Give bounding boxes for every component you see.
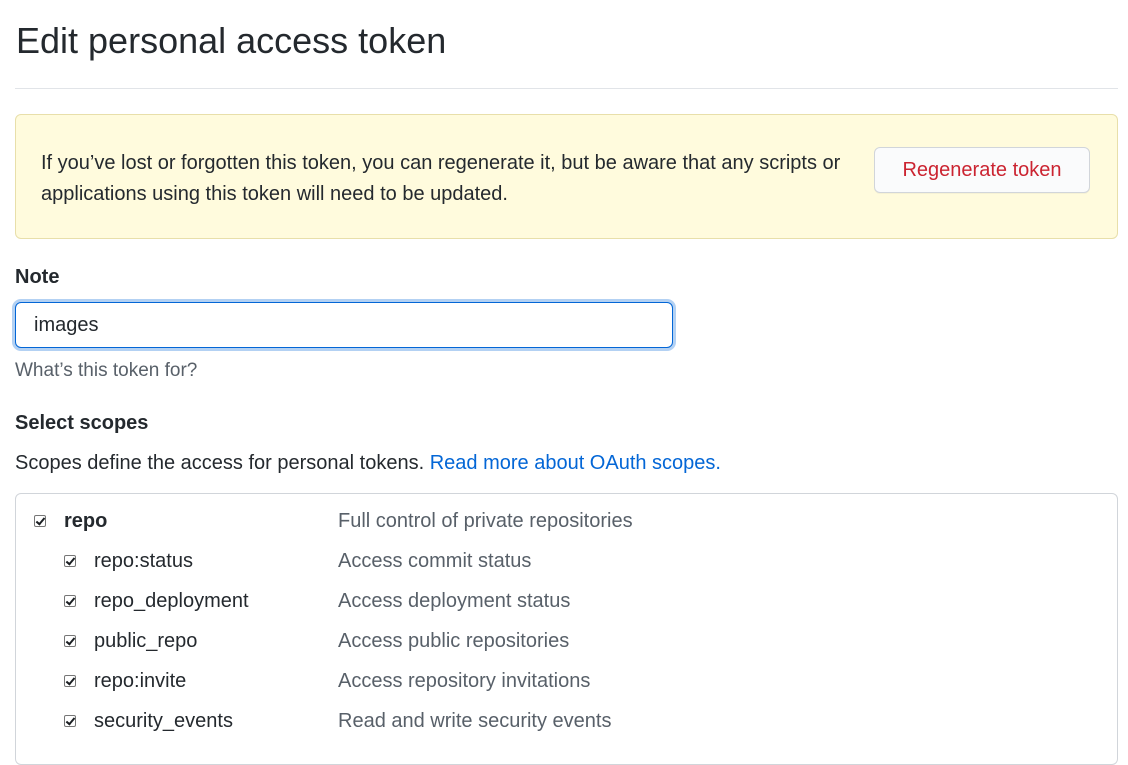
scope-description-security-events: Read and write security events — [338, 710, 612, 732]
scope-checkbox-repo[interactable] — [34, 515, 46, 527]
scopes-description: Scopes define the access for personal to… — [15, 452, 721, 475]
scope-row-repo-status: repo:status Access commit status — [16, 544, 1116, 584]
oauth-scopes-link[interactable]: Read more about OAuth scopes. — [430, 452, 721, 474]
scope-row-repo-deployment: repo_deployment Access deployment status — [16, 584, 1116, 624]
scope-description-public-repo: Access public repositories — [338, 630, 570, 652]
scope-checkbox-repo-deployment[interactable] — [64, 595, 76, 607]
select-scopes-label: Select scopes — [15, 412, 149, 434]
scope-name-repo-invite: repo:invite — [94, 670, 187, 692]
scopes-list: repo Full control of private repositorie… — [15, 493, 1118, 765]
scope-row-public-repo: public_repo Access public repositories — [16, 624, 1116, 664]
regenerate-token-button[interactable]: Regenerate token — [874, 147, 1090, 193]
scope-name-repo-status: repo:status — [94, 550, 193, 572]
scope-checkbox-public-repo[interactable] — [64, 635, 76, 647]
scope-description-repo-invite: Access repository invitations — [338, 670, 591, 692]
scope-description-repo: Full control of private repositories — [338, 510, 633, 532]
scope-name-security-events: security_events — [94, 710, 233, 732]
scope-description-repo-deployment: Access deployment status — [338, 590, 571, 612]
note-label: Note — [15, 266, 60, 288]
scope-checkbox-repo-invite[interactable] — [64, 675, 76, 687]
regenerate-warning-flash: If you’ve lost or forgotten this token, … — [15, 114, 1118, 239]
scope-row-security-events: security_events Read and write security … — [16, 704, 1116, 744]
scope-checkbox-repo-status[interactable] — [64, 555, 76, 567]
scopes-description-text: Scopes define the access for personal to… — [15, 452, 425, 474]
note-input[interactable] — [15, 302, 673, 348]
note-hint: What’s this token for? — [15, 360, 198, 381]
title-divider — [15, 88, 1118, 89]
page-title: Edit personal access token — [16, 20, 447, 61]
scope-name-repo-deployment: repo_deployment — [94, 590, 249, 612]
scope-name-public-repo: public_repo — [94, 630, 198, 652]
scope-description-repo-status: Access commit status — [338, 550, 532, 572]
scope-checkbox-security-events[interactable] — [64, 715, 76, 727]
scope-name-repo: repo — [64, 510, 108, 532]
scope-row-repo-invite: repo:invite Access repository invitation… — [16, 664, 1116, 704]
scope-row-repo: repo Full control of private repositorie… — [16, 504, 1116, 544]
flash-message: If you’ve lost or forgotten this token, … — [41, 152, 841, 205]
